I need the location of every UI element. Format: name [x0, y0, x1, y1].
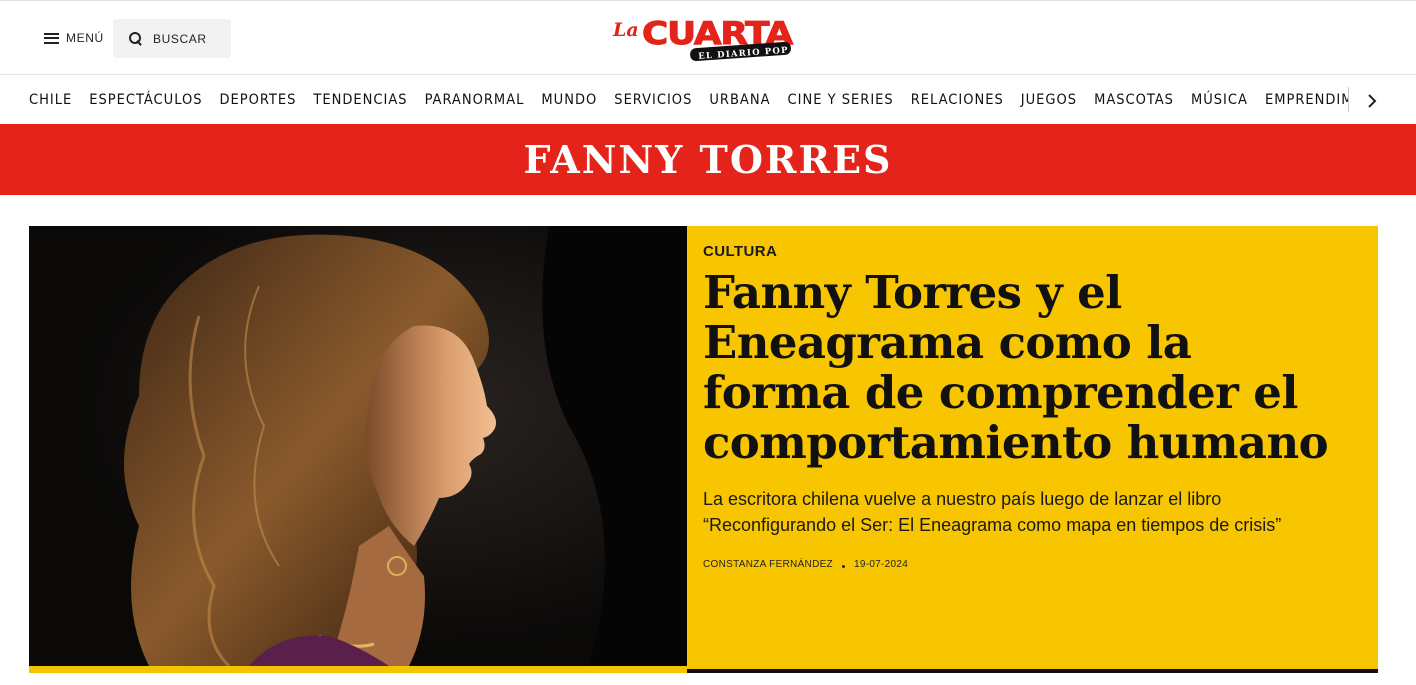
- menu-button[interactable]: MENÚ: [44, 27, 104, 49]
- article-summary: La escritora chilena vuelve a nuestro pa…: [703, 489, 1282, 535]
- article-byline: CONSTANZA FERNÁNDEZ 19-07-2024: [703, 559, 908, 570]
- search-button[interactable]: BUSCAR: [113, 19, 231, 58]
- section-link-chile[interactable]: CHILE: [29, 92, 72, 108]
- article-author[interactable]: CONSTANZA FERNÁNDEZ: [703, 559, 833, 570]
- featured-photo[interactable]: [29, 226, 687, 666]
- article-headline[interactable]: Fanny Torres y el Eneagrama como la form…: [703, 268, 1353, 468]
- section-link-emprendimiento[interactable]: EMPRENDIMIE: [1265, 92, 1349, 108]
- section-link-juegos[interactable]: JUEGOS: [1021, 92, 1077, 108]
- section-link-deportes[interactable]: DEPORTES: [220, 92, 297, 108]
- featured-card: CULTURA Fanny Torres y el Eneagrama como…: [687, 226, 1378, 669]
- tag-title: FANNY TORRES: [523, 137, 893, 182]
- tag-banner: FANNY TORRES: [0, 124, 1416, 195]
- section-link-servicios[interactable]: SERVICIOS: [614, 92, 692, 108]
- menu-label: MENÚ: [66, 31, 104, 45]
- search-label: BUSCAR: [153, 31, 207, 46]
- section-link-mundo[interactable]: MUNDO: [541, 92, 597, 108]
- article-date: 19-07-2024: [853, 559, 909, 570]
- section-nav: CHILE ESPECTÁCULOS DEPORTES TENDENCIAS P…: [0, 75, 1416, 124]
- article-category[interactable]: CULTURA: [703, 243, 777, 260]
- chevron-right-icon[interactable]: [1362, 92, 1382, 110]
- section-nav-items: CHILE ESPECTÁCULOS DEPORTES TENDENCIAS P…: [29, 75, 1349, 124]
- section-link-cine-y-series[interactable]: CINE Y SERIES: [788, 92, 894, 108]
- section-link-tendencias[interactable]: TENDENCIAS: [313, 92, 407, 108]
- search-icon: [129, 32, 142, 45]
- section-link-musica[interactable]: MÚSICA: [1191, 92, 1248, 108]
- section-nav-divider: [1348, 87, 1349, 112]
- portrait-illustration: [29, 226, 687, 666]
- section-link-urbana[interactable]: URBANA: [709, 92, 770, 108]
- featured-photo-underline: [29, 666, 687, 673]
- section-link-mascotas[interactable]: MASCOTAS: [1094, 92, 1174, 108]
- section-link-paranormal[interactable]: PARANORMAL: [425, 92, 525, 108]
- featured-card-rule: [687, 669, 1378, 673]
- byline-separator: [841, 565, 845, 568]
- section-link-relaciones[interactable]: RELACIONES: [911, 92, 1004, 108]
- section-link-espectaculos[interactable]: ESPECTÁCULOS: [89, 92, 202, 108]
- featured-article: CULTURA Fanny Torres y el Eneagrama como…: [29, 226, 1378, 673]
- site-header: MENÚ BUSCAR La CUARTA EL DIARIO POP: [0, 0, 1416, 75]
- site-logo[interactable]: La CUARTA EL DIARIO POP: [612, 11, 796, 63]
- menu-icon: [44, 32, 59, 44]
- logo-prefix: La: [612, 19, 639, 41]
